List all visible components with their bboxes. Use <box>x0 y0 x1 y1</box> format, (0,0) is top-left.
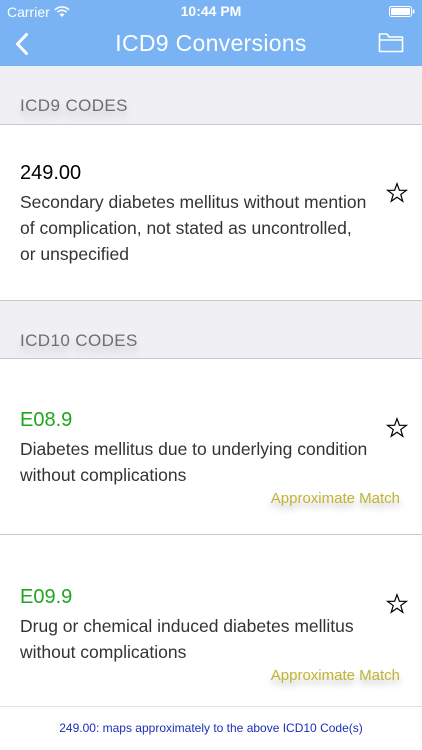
description-line: Diabetes mellitus due to underlying cond… <box>20 439 368 459</box>
description-line: or unspecified <box>20 244 129 264</box>
approximate-match-label: Approximate Match <box>270 490 400 507</box>
icd10-description: Diabetes mellitus due to underlying cond… <box>20 436 400 488</box>
star-icon[interactable] <box>386 182 408 204</box>
icd9-section-label: ICD9 CODES <box>20 96 128 115</box>
star-icon[interactable] <box>386 593 408 615</box>
star-icon[interactable] <box>386 417 408 439</box>
clock: 10:44 PM <box>180 3 242 19</box>
icd10-code: E09.9 <box>20 586 73 608</box>
icd9-section-header: ICD9 CODES <box>0 66 422 124</box>
description-line: Drug or chemical induced diabetes mellit… <box>20 616 354 636</box>
icd10-code: E08.9 <box>20 409 73 431</box>
description-line: without complications <box>20 465 187 485</box>
icd9-description: Secondary diabetes mellitus without ment… <box>20 189 400 267</box>
chevron-left-icon <box>16 33 28 55</box>
icd10-section-label: ICD10 CODES <box>20 331 138 350</box>
page-title: ICD9 Conversions <box>115 30 307 56</box>
header: Carrier 10:44 PM ICD9 Conversions <box>0 0 422 66</box>
status-bar: Carrier 10:44 PM <box>0 0 422 22</box>
icd10-description: Drug or chemical induced diabetes mellit… <box>20 613 400 665</box>
mapping-summary: 249.00: maps approximately to the above … <box>59 721 363 735</box>
description-line: without complications <box>20 642 187 662</box>
icd10-code-row[interactable]: E08.9 Diabetes mellitus due to underlyin… <box>0 359 422 534</box>
description-line: of complication, not stated as uncontrol… <box>20 218 352 238</box>
icd9-code: 249.00 <box>20 162 82 184</box>
icd10-section-header: ICD10 CODES <box>0 301 422 358</box>
icd10-code-row[interactable]: E09.9 Drug or chemical induced diabetes … <box>0 535 422 706</box>
description-line: Secondary diabetes mellitus without ment… <box>20 192 367 212</box>
app-screen: Carrier 10:44 PM ICD9 Conversions ICD9 C… <box>0 0 422 750</box>
folder-icon[interactable] <box>378 31 404 53</box>
battery-icon <box>389 6 415 17</box>
icd9-code-row[interactable]: 249.00 Secondary diabetes mellitus witho… <box>0 125 422 300</box>
navigation-bar: ICD9 Conversions <box>0 22 422 66</box>
approximate-match-label: Approximate Match <box>270 667 400 684</box>
footer-bar: 249.00: maps approximately to the above … <box>0 706 422 750</box>
back-button[interactable] <box>8 28 36 60</box>
